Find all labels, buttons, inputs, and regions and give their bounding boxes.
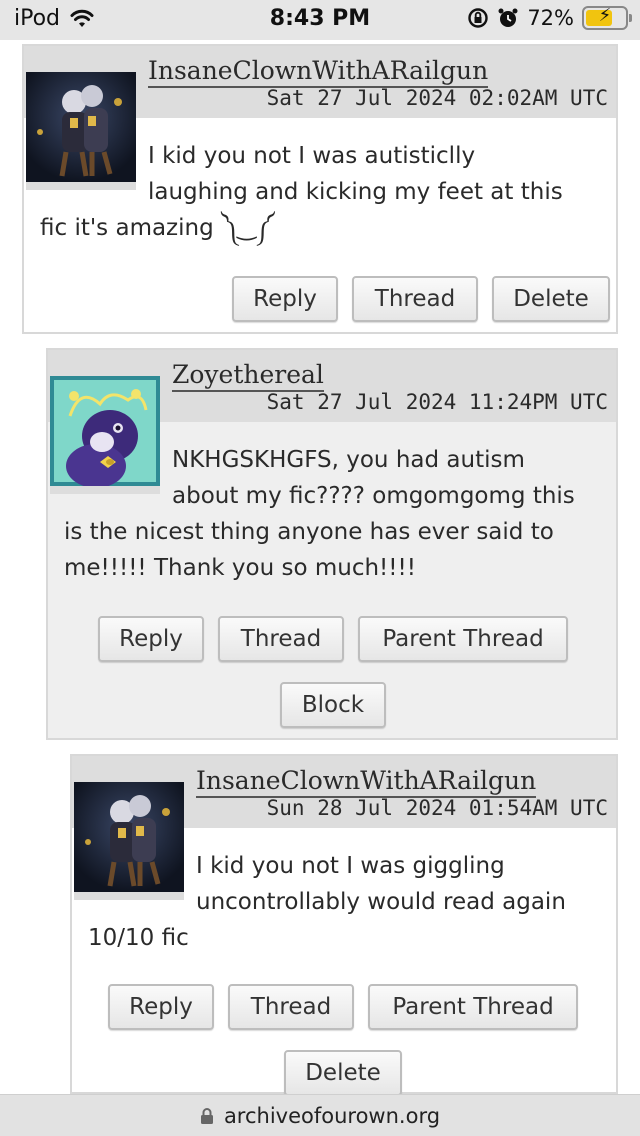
- comment: InsaneClownWithARailgun Sat 27 Jul 2024 …: [22, 44, 618, 334]
- comment-body: I kid you not I was autisticlly laughing…: [40, 138, 610, 246]
- comment-username[interactable]: InsaneClownWithARailgun: [148, 56, 489, 88]
- comment-datetime: Sat 27 Jul 2024 11:24PM UTC: [266, 390, 608, 414]
- comment-body: I kid you not I was giggling uncontrolla…: [88, 848, 608, 956]
- charging-bolt-icon: ⚡: [598, 5, 612, 26]
- comment-text-line: I kid you not I was autisticlly: [148, 143, 476, 169]
- comment-username[interactable]: Zoyethereal: [172, 360, 324, 392]
- comment-text-line: NKHGSKHGFS, you had autism: [172, 447, 525, 473]
- parent-thread-button[interactable]: Parent Thread: [368, 984, 578, 1030]
- comment-text-line: I kid you not I was giggling: [196, 853, 505, 879]
- comment-text-line: about my fic???? omgomgomg this: [172, 483, 575, 509]
- comment-reply: InsaneClownWithARailgun Sun 28 Jul 2024 …: [70, 754, 618, 1096]
- alarm-icon: [498, 8, 518, 27]
- comment-text-line: fic it's amazing ༽‿༼: [40, 215, 275, 241]
- url-bar[interactable]: archiveofourown.org: [0, 1094, 640, 1136]
- reply-button[interactable]: Reply: [98, 616, 204, 662]
- comment-text-line: laughing and kicking my feet at this: [148, 179, 563, 205]
- comment-text-line: me!!!!! Thank you so much!!!!: [64, 555, 416, 581]
- status-right: 72% ⚡: [467, 5, 632, 30]
- comment-datetime: Sat 27 Jul 2024 02:02AM UTC: [266, 86, 608, 110]
- delete-button[interactable]: Delete: [284, 1050, 402, 1096]
- lock-icon: [200, 1107, 213, 1124]
- comment-body: NKHGSKHGFS, you had autism about my fic?…: [64, 442, 614, 586]
- comment-username[interactable]: InsaneClownWithARailgun: [196, 766, 537, 798]
- comment-reply: Zoyethereal Sat 27 Jul 2024 11:24PM UTC …: [46, 348, 618, 740]
- thread-button[interactable]: Thread: [352, 276, 478, 322]
- comment-text-line: 10/10 fic: [88, 925, 189, 951]
- comment-datetime: Sun 28 Jul 2024 01:54AM UTC: [266, 796, 608, 820]
- thread-button[interactable]: Thread: [228, 984, 354, 1030]
- thread-button[interactable]: Thread: [218, 616, 344, 662]
- comment-text-line: uncontrollably would read again: [196, 889, 566, 915]
- status-bar: iPod 8:43 PM 72% ⚡: [0, 0, 640, 40]
- battery-icon: ⚡: [582, 5, 632, 30]
- block-button[interactable]: Block: [280, 682, 386, 728]
- battery-percent: 72%: [527, 6, 574, 30]
- parent-thread-button[interactable]: Parent Thread: [358, 616, 568, 662]
- reply-button[interactable]: Reply: [108, 984, 214, 1030]
- orientation-lock-icon: [468, 8, 489, 28]
- delete-button[interactable]: Delete: [492, 276, 610, 322]
- comment-text-line: is the nicest thing anyone has ever said…: [64, 519, 554, 545]
- reply-button[interactable]: Reply: [232, 276, 338, 322]
- url-text: archiveofourown.org: [223, 1103, 441, 1128]
